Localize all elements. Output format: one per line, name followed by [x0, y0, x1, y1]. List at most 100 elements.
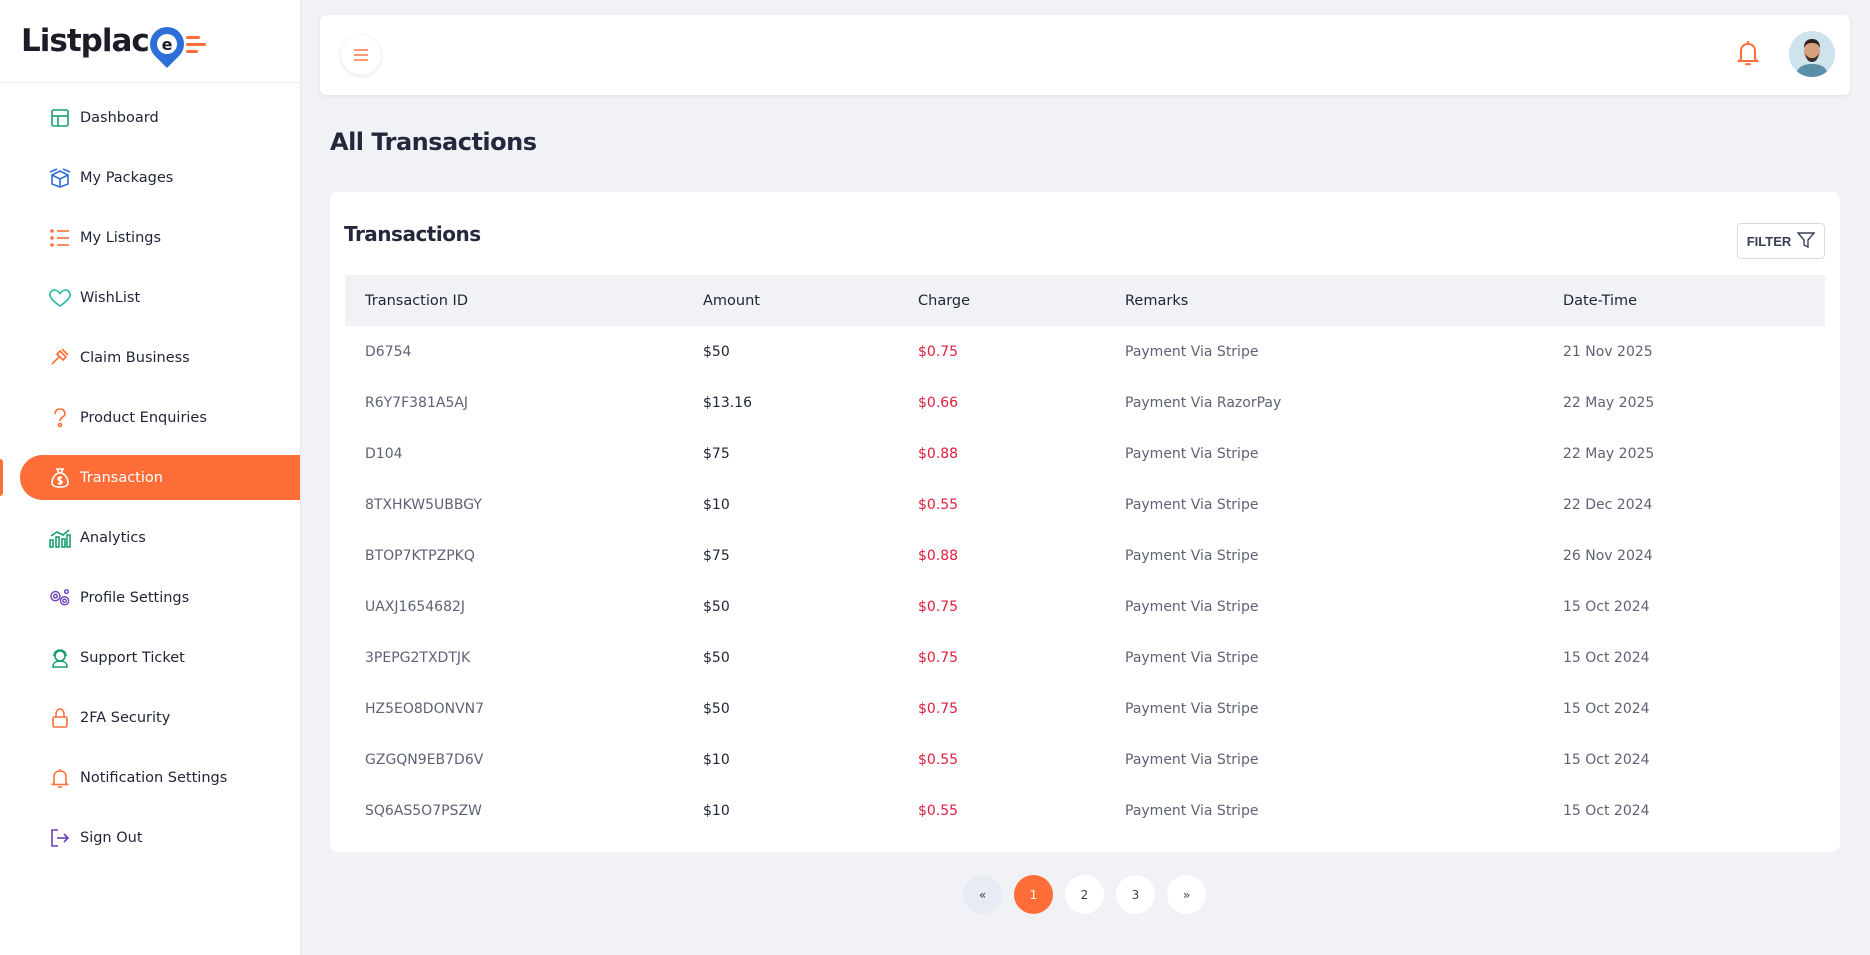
sidebar-item-transaction[interactable]: Transaction — [0, 455, 300, 500]
column-header-amount: Amount — [703, 292, 760, 309]
transaction-id: 8TXHKW5UBBGY — [365, 496, 482, 513]
transaction-id: 3PEPG2TXDTJK — [365, 649, 471, 666]
hamburger-icon — [354, 46, 368, 65]
charge: $0.55 — [918, 751, 959, 768]
transactions-table: Transaction ID Amount Charge Remarks Dat… — [345, 275, 1825, 836]
amount: $10 — [703, 496, 730, 513]
charge: $0.75 — [918, 700, 959, 717]
filter-button[interactable]: FILTER — [1737, 223, 1825, 259]
date-time: 15 Oct 2024 — [1563, 598, 1650, 615]
transactions-card: Transactions FILTER Transaction ID Amoun… — [330, 192, 1840, 852]
transaction-id: R6Y7F381A5AJ — [365, 394, 469, 411]
amount: $10 — [703, 751, 730, 768]
sidebar-item-wishlist[interactable]: WishList — [0, 275, 300, 320]
table-row: 8TXHKW5UBBGY $10 $0.55 Payment Via Strip… — [345, 479, 1825, 530]
table-row: UAXJ1654682J $50 $0.75 Payment Via Strip… — [345, 581, 1825, 632]
pagination-prev-button[interactable]: « — [963, 875, 1002, 914]
column-header-charge: Charge — [918, 292, 971, 309]
map-pin-icon: e — [142, 19, 191, 69]
sidebar-item-analytics[interactable]: Analytics — [0, 515, 300, 560]
transaction-id: BTOP7KTPZPKQ — [365, 547, 475, 564]
bell-icon — [49, 767, 71, 789]
speed-lines-icon — [185, 35, 206, 53]
table-row: GZGQN9EB7D6V $10 $0.55 Payment Via Strip… — [345, 734, 1825, 785]
charge: $0.88 — [918, 547, 959, 564]
remarks: Payment Via Stripe — [1125, 649, 1259, 666]
sidebar-item-claim-business[interactable]: Claim Business — [0, 335, 300, 380]
charge: $0.75 — [918, 598, 959, 615]
menu-toggle-button[interactable] — [341, 35, 381, 75]
pagination-page-2[interactable]: 2 — [1065, 875, 1104, 914]
gears-icon — [49, 587, 71, 609]
column-header-remarks: Remarks — [1125, 292, 1189, 309]
sidebar-item-2fa-security[interactable]: 2FA Security — [0, 695, 300, 740]
date-time: 15 Oct 2024 — [1563, 649, 1650, 666]
amount: $75 — [703, 547, 730, 564]
notifications-button[interactable] — [1730, 37, 1766, 73]
support-icon — [49, 647, 71, 669]
sidebar-item-support-ticket[interactable]: Support Ticket — [0, 635, 300, 680]
table-header-row: Transaction ID Amount Charge Remarks Dat… — [345, 275, 1825, 326]
amount: $13.16 — [703, 394, 752, 411]
remarks: Payment Via RazorPay — [1125, 394, 1282, 411]
remarks: Payment Via Stripe — [1125, 445, 1259, 462]
charge: $0.75 — [918, 343, 959, 360]
heart-icon — [49, 287, 71, 309]
topbar — [320, 15, 1850, 95]
pagination-page-3[interactable]: 3 — [1116, 875, 1155, 914]
transaction-id: SQ6AS5O7PSZW — [365, 802, 482, 819]
hammer-icon — [49, 347, 71, 369]
table-row: HZ5EO8DONVN7 $50 $0.75 Payment Via Strip… — [345, 683, 1825, 734]
transaction-id: GZGQN9EB7D6V — [365, 751, 484, 768]
pagination-next-button[interactable]: » — [1167, 875, 1206, 914]
remarks: Payment Via Stripe — [1125, 700, 1259, 717]
transaction-id: D6754 — [365, 343, 412, 360]
table-row: BTOP7KTPZPKQ $75 $0.88 Payment Via Strip… — [345, 530, 1825, 581]
charge: $0.55 — [918, 802, 959, 819]
bell-icon — [1736, 40, 1760, 70]
amount: $75 — [703, 445, 730, 462]
amount: $50 — [703, 700, 730, 717]
card-title: Transactions — [344, 222, 481, 246]
column-header-transaction-id: Transaction ID — [365, 292, 469, 309]
sign-out-icon — [49, 827, 71, 849]
table-row: D104 $75 $0.88 Payment Via Stripe 22 May… — [345, 428, 1825, 479]
date-time: 22 May 2025 — [1563, 445, 1655, 462]
page-title: All Transactions — [330, 128, 537, 156]
amount: $10 — [703, 802, 730, 819]
charge: $0.55 — [918, 496, 959, 513]
avatar[interactable] — [1789, 31, 1835, 77]
transaction-id: UAXJ1654682J — [365, 598, 466, 615]
table-row: 3PEPG2TXDTJK $50 $0.75 Payment Via Strip… — [345, 632, 1825, 683]
remarks: Payment Via Stripe — [1125, 598, 1259, 615]
date-time: 15 Oct 2024 — [1563, 751, 1650, 768]
sidebar-item-dashboard[interactable]: Dashboard — [0, 95, 300, 140]
filter-icon — [1796, 231, 1816, 252]
amount: $50 — [703, 649, 730, 666]
sidebar-item-profile-settings[interactable]: Profile Settings — [0, 575, 300, 620]
logo[interactable]: Listplac e — [0, 0, 300, 83]
sidebar-item-notification-settings[interactable]: Notification Settings — [0, 755, 300, 800]
remarks: Payment Via Stripe — [1125, 547, 1259, 564]
table-row: SQ6AS5O7PSZW $10 $0.55 Payment Via Strip… — [345, 785, 1825, 836]
remarks: Payment Via Stripe — [1125, 751, 1259, 768]
money-bag-icon — [49, 467, 71, 489]
transaction-id: HZ5EO8DONVN7 — [365, 700, 485, 717]
remarks: Payment Via Stripe — [1125, 802, 1259, 819]
remarks: Payment Via Stripe — [1125, 496, 1259, 513]
date-time: 15 Oct 2024 — [1563, 700, 1650, 717]
sidebar-item-product-enquiries[interactable]: Product Enquiries — [0, 395, 300, 440]
pagination-page-1[interactable]: 1 — [1014, 875, 1053, 914]
date-time: 21 Nov 2025 — [1563, 343, 1653, 360]
charge: $0.66 — [918, 394, 959, 411]
table-row: R6Y7F381A5AJ $13.16 $0.66 Payment Via Ra… — [345, 377, 1825, 428]
box-icon — [49, 167, 71, 189]
date-time: 15 Oct 2024 — [1563, 802, 1650, 819]
sidebar-nav: Dashboard My Packages My Listings WishLi… — [0, 83, 300, 860]
logo-text: Listplac e — [21, 19, 206, 69]
question-icon — [49, 407, 71, 429]
sidebar-item-my-packages[interactable]: My Packages — [0, 155, 300, 200]
sidebar-item-sign-out[interactable]: Sign Out — [0, 815, 300, 860]
column-header-date-time: Date-Time — [1563, 292, 1638, 309]
sidebar-item-my-listings[interactable]: My Listings — [0, 215, 300, 260]
